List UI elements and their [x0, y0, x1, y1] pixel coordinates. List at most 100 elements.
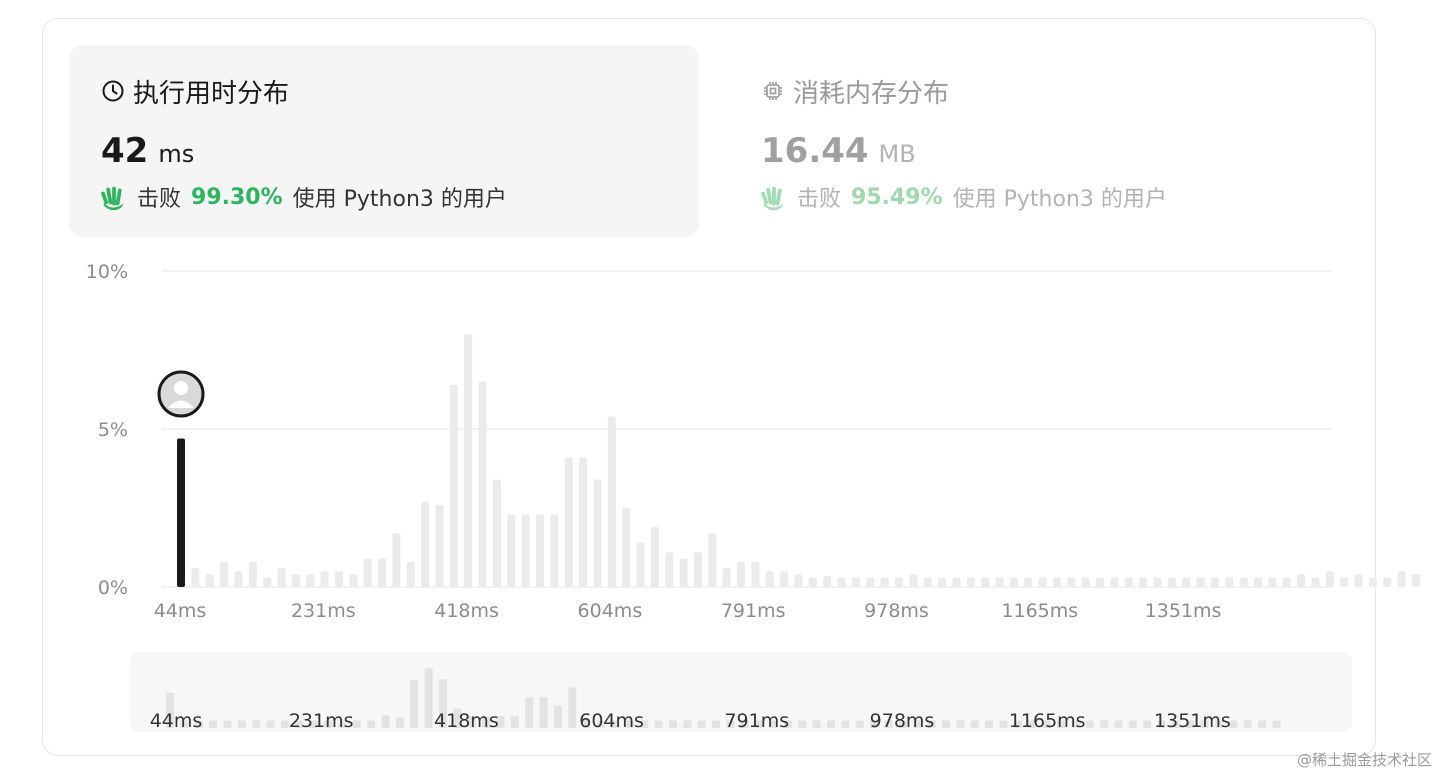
distribution-bar[interactable] — [909, 574, 918, 587]
distribution-bar[interactable] — [1325, 571, 1334, 587]
overview-bar — [381, 715, 390, 728]
distribution-bar[interactable] — [895, 577, 903, 587]
user-runtime-bar[interactable] — [177, 438, 185, 587]
distribution-bar[interactable] — [492, 479, 501, 587]
overview-bar — [568, 687, 577, 728]
distribution-bar[interactable] — [550, 514, 559, 587]
x-tick-label: 1165ms — [1001, 600, 1078, 622]
distribution-bar[interactable] — [952, 577, 961, 587]
distribution-bar[interactable] — [622, 508, 631, 587]
overview-bar — [941, 720, 950, 728]
distribution-bar[interactable] — [1383, 577, 1392, 587]
distribution-bar[interactable] — [679, 558, 688, 587]
distribution-bar[interactable] — [1196, 577, 1205, 587]
distribution-bar[interactable] — [808, 577, 817, 587]
distribution-bar[interactable] — [1139, 577, 1148, 587]
distribution-bar[interactable] — [780, 571, 789, 587]
distribution-bar[interactable] — [421, 501, 430, 587]
overview-bar — [525, 697, 534, 728]
distribution-bar[interactable] — [938, 577, 947, 587]
distribution-bar[interactable] — [880, 577, 889, 587]
distribution-bar[interactable] — [751, 561, 760, 587]
distribution-bar[interactable] — [966, 577, 975, 587]
distribution-bar[interactable] — [507, 514, 516, 587]
distribution-bar[interactable] — [536, 514, 544, 587]
distribution-bar[interactable] — [1110, 577, 1119, 587]
distribution-bar[interactable] — [1067, 577, 1076, 587]
overview-bar — [697, 720, 706, 728]
distribution-bar[interactable] — [1096, 577, 1105, 587]
distribution-bar[interactable] — [334, 571, 343, 587]
distribution-bar[interactable] — [1124, 577, 1133, 587]
overview-bar — [209, 720, 218, 728]
distribution-bar[interactable] — [708, 533, 717, 587]
distribution-bar[interactable] — [579, 457, 588, 587]
distribution-bar[interactable] — [291, 574, 300, 587]
distribution-bar[interactable] — [607, 416, 616, 587]
distribution-bar[interactable] — [320, 571, 329, 587]
distribution-bar[interactable] — [1153, 577, 1162, 587]
overview-tick-label: 231ms — [289, 710, 354, 732]
distribution-bar[interactable] — [234, 571, 243, 587]
distribution-bar[interactable] — [650, 526, 659, 587]
distribution-bar[interactable] — [693, 552, 702, 587]
distribution-bar[interactable] — [406, 561, 415, 587]
overview-tick-label: 791ms — [724, 710, 789, 732]
distribution-bar[interactable] — [205, 574, 214, 587]
distribution-bar[interactable] — [306, 574, 315, 587]
overview-tick-label: 604ms — [579, 710, 644, 732]
distribution-bar[interactable] — [1340, 577, 1349, 587]
overview-bar — [855, 720, 864, 728]
distribution-bar[interactable] — [464, 334, 473, 587]
distribution-bar[interactable] — [1009, 577, 1018, 587]
distribution-bar[interactable] — [1268, 577, 1277, 587]
distribution-bar[interactable] — [981, 577, 990, 587]
overview-bar — [1114, 720, 1123, 728]
distribution-bar[interactable] — [564, 457, 573, 587]
distribution-bar[interactable] — [1297, 574, 1306, 587]
distribution-bar[interactable] — [737, 561, 746, 587]
distribution-bar[interactable] — [794, 574, 803, 587]
distribution-bar[interactable] — [851, 577, 860, 587]
distribution-bar[interactable] — [923, 577, 932, 587]
distribution-bar[interactable] — [1368, 577, 1377, 587]
distribution-bar[interactable] — [636, 542, 645, 587]
distribution-bar[interactable] — [1081, 577, 1090, 587]
distribution-bar[interactable] — [1239, 577, 1248, 587]
distribution-bar[interactable] — [1038, 577, 1047, 587]
distribution-bar[interactable] — [1282, 577, 1291, 587]
distribution-bar[interactable] — [435, 504, 444, 587]
distribution-bar[interactable] — [866, 577, 875, 587]
distribution-bar[interactable] — [1182, 577, 1191, 587]
distribution-bar[interactable] — [191, 568, 200, 587]
distribution-bar[interactable] — [1167, 577, 1176, 587]
distribution-bar[interactable] — [521, 514, 530, 587]
distribution-bar[interactable] — [1225, 577, 1234, 587]
distribution-bar[interactable] — [1411, 574, 1420, 587]
distribution-bar[interactable] — [1311, 577, 1320, 587]
distribution-bar[interactable] — [363, 558, 372, 587]
distribution-bar[interactable] — [665, 552, 674, 587]
distribution-bar[interactable] — [765, 571, 774, 587]
distribution-bar[interactable] — [1254, 577, 1262, 587]
distribution-bar[interactable] — [277, 568, 286, 587]
distribution-bar[interactable] — [478, 381, 487, 587]
distribution-bar[interactable] — [1024, 577, 1033, 587]
distribution-bar[interactable] — [1210, 577, 1219, 587]
distribution-bar[interactable] — [593, 479, 602, 587]
distribution-bar[interactable] — [263, 577, 272, 587]
distribution-bar[interactable] — [449, 384, 458, 587]
distribution-bar[interactable] — [1397, 571, 1406, 587]
distribution-bar[interactable] — [349, 574, 358, 587]
distribution-bar[interactable] — [378, 558, 387, 587]
distribution-bar[interactable] — [1354, 574, 1363, 587]
distribution-bar[interactable] — [823, 575, 832, 587]
distribution-bar[interactable] — [1052, 577, 1061, 587]
distribution-bar[interactable] — [248, 561, 257, 587]
distribution-bar[interactable] — [722, 568, 731, 587]
overview-bar — [223, 720, 232, 728]
distribution-bar[interactable] — [220, 561, 229, 587]
distribution-bar[interactable] — [995, 577, 1004, 587]
distribution-bar[interactable] — [392, 533, 401, 587]
distribution-bar[interactable] — [837, 577, 846, 587]
